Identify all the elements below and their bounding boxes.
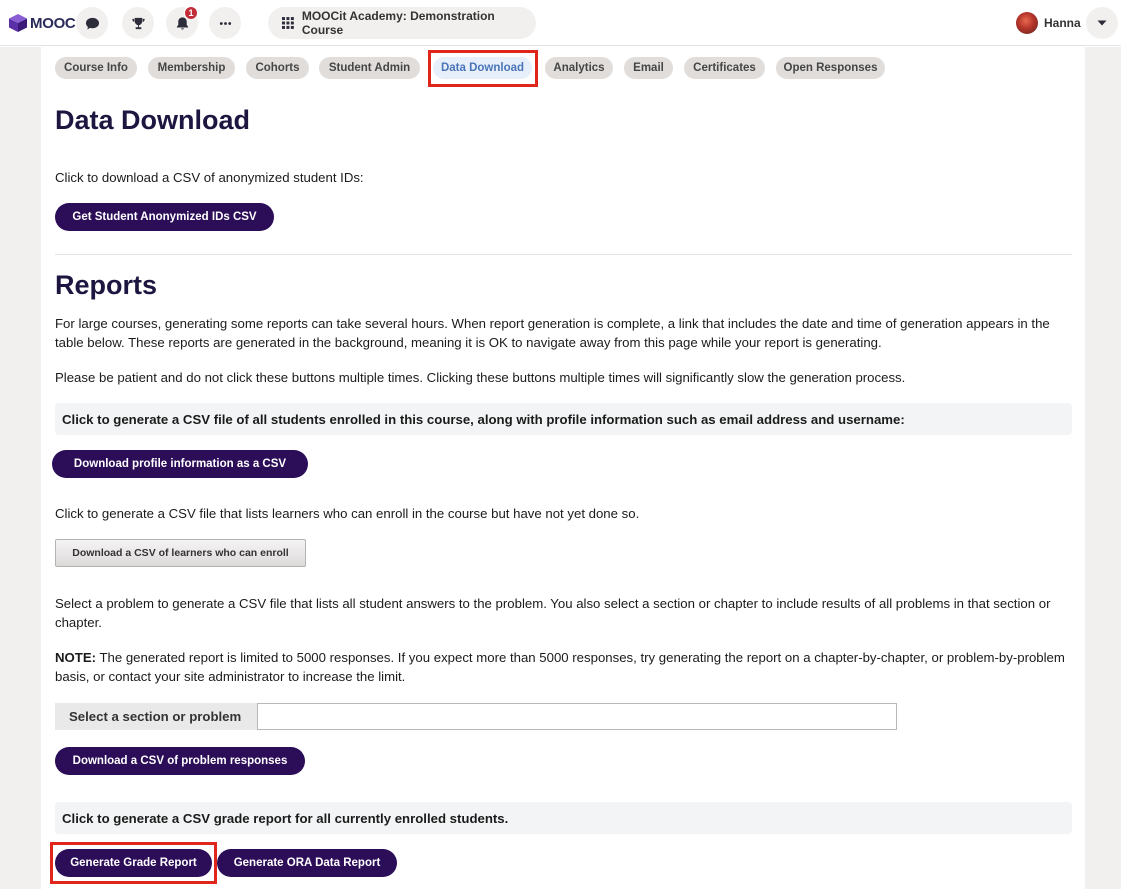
trophy-icon bbox=[131, 17, 145, 29]
caret-down-icon bbox=[1097, 20, 1107, 26]
highlight-box-grade-report-button bbox=[50, 842, 217, 884]
notification-count-badge: 1 bbox=[184, 6, 198, 20]
more-options-button[interactable] bbox=[209, 7, 241, 39]
download-can-enroll-csv-button[interactable]: Download a CSV of learners who can enrol… bbox=[55, 539, 306, 567]
reports-patience-text: Please be patient and do not click these… bbox=[55, 370, 906, 385]
course-title: MOOCit Academy: Demonstration Course bbox=[301, 9, 495, 37]
reports-intro-text: For large courses, generating some repor… bbox=[55, 316, 1050, 350]
note-label: NOTE: bbox=[55, 650, 97, 665]
note-body: The generated report is limited to 5000 … bbox=[55, 650, 1065, 684]
tab-cohorts[interactable]: Cohorts bbox=[246, 57, 309, 79]
profile-info-box: Click to generate a CSV file of all stud… bbox=[55, 403, 1072, 435]
download-profile-csv-button[interactable]: Download profile information as a CSV bbox=[52, 450, 308, 478]
tab-membership[interactable]: Membership bbox=[148, 57, 235, 79]
section-divider bbox=[55, 254, 1072, 255]
user-name: Hanna bbox=[1044, 16, 1081, 30]
anonymized-ids-text: Click to download a CSV of anonymized st… bbox=[55, 170, 364, 185]
tab-course-info[interactable]: Course Info bbox=[55, 57, 137, 79]
more-dots-icon bbox=[219, 21, 231, 25]
logo-cube-icon bbox=[9, 14, 27, 32]
select-section-input[interactable] bbox=[257, 703, 897, 730]
note-text: NOTE: The generated report is limited to… bbox=[55, 648, 1075, 686]
chat-bubble-icon bbox=[85, 17, 99, 29]
tab-student-admin[interactable]: Student Admin bbox=[319, 57, 420, 79]
can-enroll-text: Click to generate a CSV file that lists … bbox=[55, 506, 640, 521]
generate-ora-report-button[interactable]: Generate ORA Data Report bbox=[217, 849, 397, 877]
site-logo[interactable]: MOOC bbox=[8, 12, 76, 34]
select-section-label: Select a section or problem bbox=[55, 703, 257, 730]
course-switcher[interactable]: MOOCit Academy: Demonstration Course bbox=[268, 7, 536, 39]
highlight-box-data-download-tab bbox=[428, 50, 538, 87]
reports-heading: Reports bbox=[55, 270, 158, 300]
download-problem-responses-button[interactable]: Download a CSV of problem responses bbox=[55, 747, 305, 775]
top-navigation-bar: MOOC 1 MOOCit Academy: Demonstration Cou… bbox=[0, 0, 1121, 46]
user-menu[interactable]: Hanna bbox=[1016, 12, 1081, 34]
achievements-button[interactable] bbox=[122, 7, 154, 39]
user-menu-toggle[interactable] bbox=[1086, 7, 1118, 39]
grade-report-info-box: Click to generate a CSV grade report for… bbox=[55, 802, 1072, 834]
tab-email[interactable]: Email bbox=[624, 57, 673, 79]
problem-responses-text: Select a problem to generate a CSV file … bbox=[55, 596, 1051, 630]
tab-certificates[interactable]: Certificates bbox=[684, 57, 765, 79]
notifications-button[interactable]: 1 bbox=[166, 6, 198, 39]
tab-open-responses[interactable]: Open Responses bbox=[776, 57, 885, 79]
get-anonymized-ids-button[interactable]: Get Student Anonymized IDs CSV bbox=[55, 203, 274, 231]
data-download-heading: Data Download bbox=[55, 105, 251, 135]
tab-analytics[interactable]: Analytics bbox=[545, 57, 613, 79]
avatar bbox=[1016, 12, 1038, 34]
logo-text: MOOC bbox=[30, 14, 76, 32]
grid-icon bbox=[282, 17, 294, 29]
discussions-button[interactable] bbox=[76, 7, 108, 39]
